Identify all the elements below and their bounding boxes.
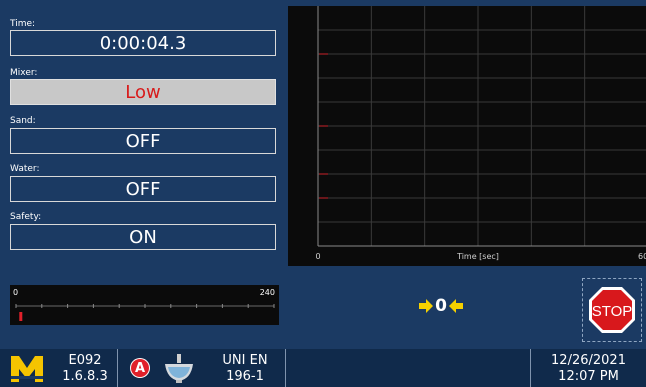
firmware-version: 1.6.8.3 [62,369,108,384]
scale-level-marker [19,312,23,321]
device-code: E092 [68,353,102,368]
center-value: 0 [435,296,447,316]
stop-button[interactable]: STOP [582,278,642,342]
time-display: 0:00:04.3 [10,30,276,56]
center-indicator: 0 [414,294,468,318]
message-panel [286,349,531,387]
stop-label: STOP [592,303,633,320]
device-info-panel: E092 1.6.8.3 [0,349,118,387]
arrow-left-icon [448,299,463,313]
brand-logo [11,356,43,382]
speed-scale: 0 240 [10,285,279,325]
chart-canvas: 0 60 Time [sec] [315,6,646,261]
date-display: 12/26/2021 [551,353,626,368]
mode-panel: A UNI EN 196-1 [118,349,286,387]
mixer-speed-field[interactable]: Low [10,79,276,105]
datetime-panel: 12/26/2021 12:07 PM [531,349,646,387]
mixer-bowl-icon [165,354,193,383]
auto-mode-letter: A [131,359,149,377]
x-tick-label-min: 0 [315,252,320,261]
time-label: Time: [10,19,36,29]
safety-label: Safety: [10,212,42,222]
water-status-field[interactable]: OFF [10,176,276,202]
standard-line-2: 196-1 [226,369,264,384]
clock-display: 12:07 PM [558,369,619,384]
process-chart: 0 60 Time [sec] [288,6,646,266]
x-tick-label-max: 60 [638,252,646,261]
stop-sign-icon: STOP [589,287,635,333]
standard-line-1: UNI EN [222,353,268,368]
sand-status-field[interactable]: OFF [10,128,276,154]
auto-mode-badge[interactable]: A [130,358,150,378]
x-axis-label: Time [sec] [456,252,499,261]
water-label: Water: [10,164,40,174]
sand-label: Sand: [10,116,36,126]
mixer-label: Mixer: [10,68,38,78]
scale-ticks [15,304,275,321]
safety-status-field[interactable]: ON [10,224,276,250]
arrow-right-icon [419,299,434,313]
